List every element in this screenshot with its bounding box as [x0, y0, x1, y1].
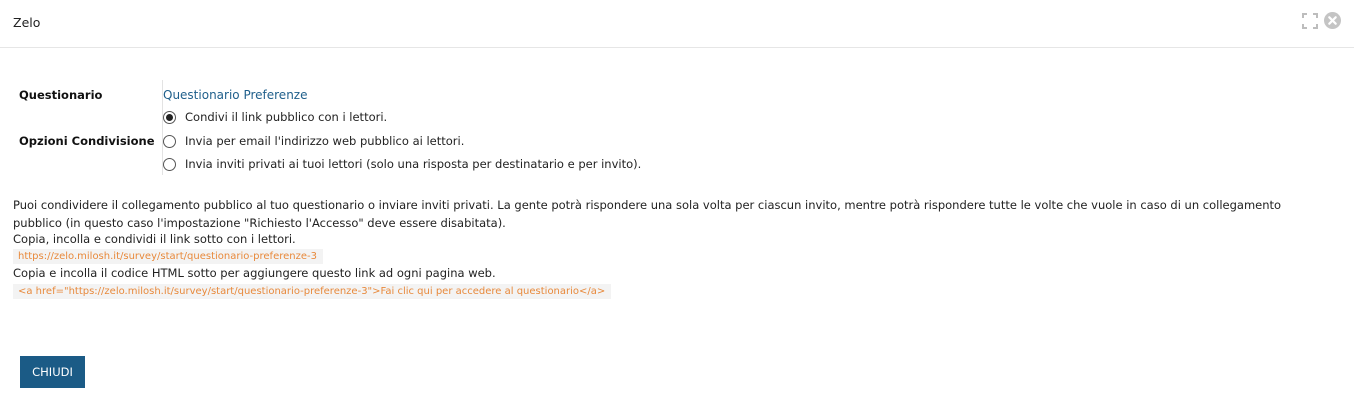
share-option-email[interactable]: Invia per email l'indirizzo web pubblico…: [163, 134, 464, 148]
radio-private-invites[interactable]: [163, 157, 176, 171]
close-button[interactable]: CHIUDI: [20, 356, 85, 388]
dialog-header: Zelo: [0, 0, 1354, 48]
share-option-public-link[interactable]: Condivi il link pubblico con i lettori.: [163, 110, 387, 124]
sharing-description: Puoi condividere il collegamento pubblic…: [13, 198, 1282, 230]
survey-label: Questionario: [19, 88, 103, 102]
survey-link[interactable]: Questionario Preferenze: [163, 88, 307, 102]
copy-link-instruction: Copia, incolla e condividi il link sotto…: [13, 232, 296, 246]
header-actions: [1302, 12, 1341, 29]
copy-html-instruction: Copia e incolla il codice HTML sotto per…: [13, 266, 496, 280]
share-option-label: Invia per email l'indirizzo web pubblico…: [185, 134, 465, 148]
sharing-options-label: Opzioni Condivisione: [19, 134, 155, 148]
public-link-code[interactable]: https://zelo.milosh.it/survey/start/ques…: [13, 249, 323, 264]
dialog-title: Zelo: [13, 15, 41, 30]
share-option-label: Condivi il link pubblico con i lettori.: [185, 110, 388, 124]
share-option-label: Invia inviti privati ai tuoi lettori (so…: [185, 157, 642, 171]
expand-icon[interactable]: [1302, 12, 1318, 29]
html-embed-code[interactable]: <a href="https://zelo.milosh.it/survey/s…: [13, 284, 612, 299]
radio-public-link[interactable]: [163, 110, 176, 124]
radio-email[interactable]: [163, 134, 176, 148]
close-circle-icon[interactable]: [1324, 12, 1341, 29]
share-option-private-invites[interactable]: Invia inviti privati ai tuoi lettori (so…: [163, 157, 641, 171]
